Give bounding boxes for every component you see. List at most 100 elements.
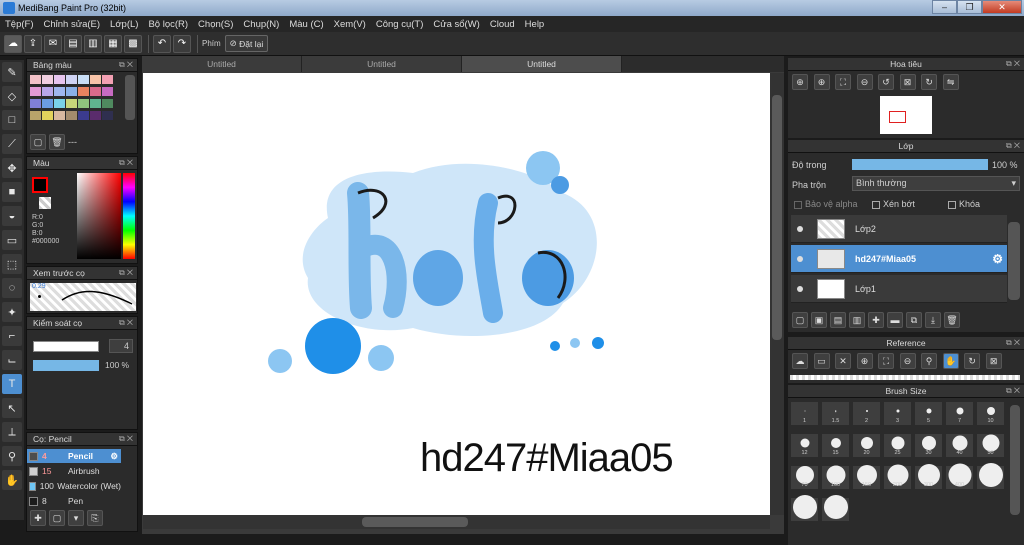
brush-opacity-slider[interactable]	[33, 360, 99, 371]
blend-mode-select[interactable]: Bình thường ▾	[852, 176, 1020, 191]
palette-swatch[interactable]	[54, 99, 65, 108]
layers-scrollbar[interactable]	[1008, 222, 1020, 300]
maximize-button[interactable]: ❐	[957, 0, 982, 14]
brush-size-cell[interactable]: 200	[883, 464, 912, 490]
reset-rotate-icon[interactable]: ⊠	[985, 353, 1002, 369]
palette-swatch[interactable]	[78, 111, 89, 120]
palette-swatches[interactable]	[30, 75, 122, 123]
palette-swatch[interactable]	[90, 75, 101, 84]
open-folder-icon[interactable]: ▭	[813, 353, 830, 369]
fit-screen-icon[interactable]: ⛶	[878, 353, 895, 369]
close-button[interactable]: ✕	[982, 0, 1022, 14]
brush-item-pen[interactable]: 8 Pen	[27, 494, 121, 508]
hue-slider[interactable]	[123, 173, 135, 259]
brush-size-cell[interactable]: 70	[790, 465, 819, 490]
menu-view[interactable]: Xem(V)	[329, 19, 371, 30]
palette-swatch[interactable]	[42, 111, 53, 120]
delete-layer-icon[interactable]: 🗑	[944, 312, 960, 328]
horizontal-scroll-thumb[interactable]	[362, 517, 468, 527]
brush-item-watercolor[interactable]: 100 Watercolor (Wet)	[27, 479, 121, 493]
zoom-fit-icon[interactable]: ⊕	[792, 74, 808, 90]
zoom-in-icon[interactable]: ⊕	[856, 353, 873, 369]
eyedropper-tool-icon[interactable]: ⚲	[2, 446, 22, 466]
pages-icon[interactable]: ▦	[104, 34, 122, 53]
brush-size-value[interactable]: 4	[109, 339, 133, 353]
palette-swatch[interactable]	[30, 75, 41, 84]
palette-swatch[interactable]	[54, 111, 65, 120]
brush-size-cell[interactable]: 3	[883, 401, 912, 426]
lasso-tool-icon[interactable]: ◌	[2, 278, 22, 298]
palette-swatch[interactable]	[30, 87, 41, 96]
palette-swatch[interactable]	[66, 75, 77, 84]
copy-brush-icon[interactable]: ⎘	[87, 510, 103, 526]
brush-size-scrollbar[interactable]	[1010, 405, 1020, 515]
duplicate-layer-icon[interactable]: ⧉	[906, 312, 922, 328]
menu-select[interactable]: Chọn(S)	[193, 19, 238, 30]
rotate-right-icon[interactable]: ↻	[921, 74, 938, 90]
menu-tools[interactable]: Công cụ(T)	[371, 19, 429, 30]
brush-size-cell[interactable]: 40	[945, 433, 974, 458]
saturation-value-picker[interactable]	[77, 173, 121, 259]
gear-icon[interactable]: ⚙	[992, 252, 1003, 266]
new-1bit-layer-icon[interactable]: ▥	[849, 312, 865, 328]
navigator-thumbnail[interactable]	[880, 96, 932, 134]
palette-scrollbar[interactable]	[125, 75, 135, 120]
brush-size-cell[interactable]: 400	[945, 463, 974, 490]
rotate-left-icon[interactable]: ↺	[878, 74, 895, 90]
cloud-icon[interactable]: ☁	[4, 34, 22, 53]
new-palette-icon[interactable]: ▢	[30, 134, 46, 150]
menu-file[interactable]: Tệp(F)	[0, 19, 39, 30]
brush-size-cell[interactable]: 50	[976, 433, 1005, 458]
palette-swatch[interactable]	[78, 87, 89, 96]
alpha-protect-checkbox[interactable]: Bảo vệ alpha	[794, 199, 858, 209]
tab-untitled-2[interactable]: Untitled	[302, 56, 462, 72]
secondary-color-swatch[interactable]	[39, 197, 51, 209]
select-pen-tool-icon[interactable]: ⌐	[2, 326, 22, 346]
brush-item-airbrush[interactable]: 15 Airbrush	[27, 464, 121, 478]
page-icon[interactable]: ▥	[84, 34, 102, 53]
upload-icon[interactable]: ⇪	[24, 34, 42, 53]
palette-swatch[interactable]	[66, 111, 77, 120]
comment-icon[interactable]: ✉	[44, 34, 62, 53]
brush-size-cell[interactable]: 25	[883, 433, 912, 458]
add-brush-icon[interactable]: ✚	[30, 510, 46, 526]
palette-swatch[interactable]	[78, 99, 89, 108]
new-layer-icon[interactable]: ▢	[792, 312, 808, 328]
redo-icon[interactable]: ↷	[173, 34, 191, 53]
merge-down-icon[interactable]: ⤓	[925, 312, 941, 328]
brush-size-slider[interactable]	[33, 341, 99, 352]
brush-size-cell[interactable]: 12	[790, 433, 819, 458]
palette-swatch[interactable]	[102, 87, 113, 96]
tab-untitled-1[interactable]: Untitled	[142, 56, 302, 72]
palette-swatch[interactable]	[66, 99, 77, 108]
document-icon[interactable]: ▤	[64, 34, 82, 53]
eye-icon[interactable]	[797, 255, 803, 262]
rect-tool-icon[interactable]: □	[2, 110, 22, 130]
palette-swatch[interactable]	[42, 75, 53, 84]
new-brush-icon[interactable]: ▢	[49, 510, 65, 526]
palette-swatch[interactable]	[90, 99, 101, 108]
layer-opacity-slider[interactable]	[852, 159, 988, 170]
close-icon[interactable]: ✕	[835, 353, 852, 369]
brush-size-cell[interactable]: 1	[790, 401, 819, 426]
zoom-in-icon[interactable]: ⊕	[813, 74, 830, 90]
palette-swatch[interactable]	[102, 111, 113, 120]
operation-tool-icon[interactable]: ↖	[2, 398, 22, 418]
text-tool-icon[interactable]: T	[2, 374, 22, 394]
palette-swatch[interactable]	[30, 99, 41, 108]
brush-size-cell[interactable]	[790, 495, 819, 522]
menu-snap[interactable]: Chụp(N)	[238, 19, 284, 30]
pen-line-tool-icon[interactable]: ⟋	[2, 134, 22, 154]
palette-swatch[interactable]	[90, 87, 101, 96]
flip-icon[interactable]: ⇋	[942, 74, 959, 90]
menu-window[interactable]: Cửa sổ(W)	[428, 19, 484, 30]
brush-size-cell[interactable]: 150	[852, 465, 881, 490]
fill-rect-tool-icon[interactable]: ■	[2, 182, 22, 202]
brush-size-cell[interactable]: 10	[976, 401, 1005, 426]
cloud-download-icon[interactable]: ☁	[792, 353, 808, 369]
lock-checkbox[interactable]: Khóa	[948, 199, 980, 209]
menu-edit[interactable]: Chỉnh sửa(E)	[39, 19, 106, 30]
eye-icon[interactable]	[797, 285, 803, 292]
fit-screen-icon[interactable]: ⛶	[835, 74, 852, 90]
reset-button[interactable]: ⊘ Đặt lại	[224, 35, 269, 52]
